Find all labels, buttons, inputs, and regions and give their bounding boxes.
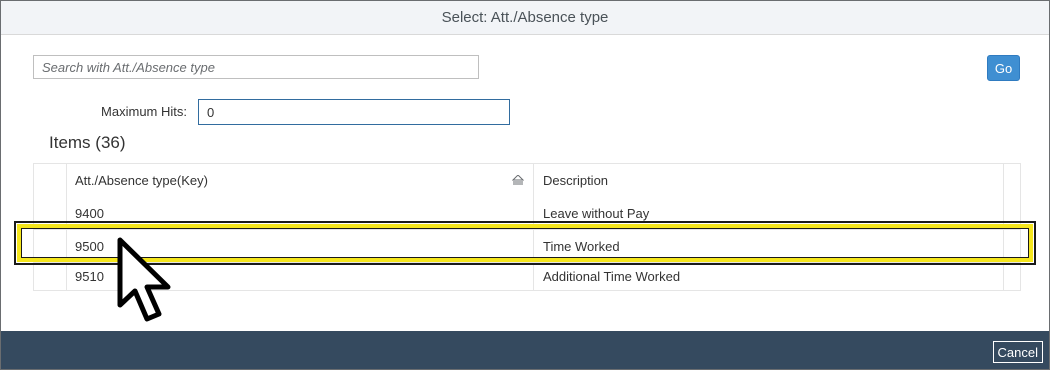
search-field[interactable] xyxy=(33,55,479,79)
items-title: Items (36) xyxy=(49,133,126,152)
dialog-header: Select: Att./Absence type xyxy=(1,1,1049,35)
value-help-dialog: Select: Att./Absence type Go Maximum Hit… xyxy=(0,0,1050,370)
maximum-hits-input[interactable] xyxy=(198,99,510,125)
cancel-button[interactable]: Cancel xyxy=(992,341,1043,363)
column-header-description[interactable]: Description xyxy=(543,164,608,197)
select-all-cell[interactable] xyxy=(34,164,66,197)
mouse-pointer-icon xyxy=(117,237,171,322)
search-input[interactable] xyxy=(34,56,478,78)
column-header-key[interactable]: Att./Absence type(Key) xyxy=(75,164,208,197)
row-description: Additional Time Worked xyxy=(543,269,681,284)
dialog-footer: Cancel xyxy=(1,331,1049,369)
table-header-row: Att./Absence type(Key) Description xyxy=(34,164,1020,198)
sort-ascending-icon xyxy=(512,175,524,185)
row-key: 9510 xyxy=(75,269,104,284)
go-button[interactable]: Go xyxy=(987,55,1020,81)
row-selector[interactable] xyxy=(34,263,66,290)
dialog-title: Select: Att./Absence type xyxy=(441,9,609,26)
table-row[interactable]: 9510 Additional Time Worked xyxy=(34,263,1020,290)
maximum-hits-label: Maximum Hits: xyxy=(101,104,187,119)
